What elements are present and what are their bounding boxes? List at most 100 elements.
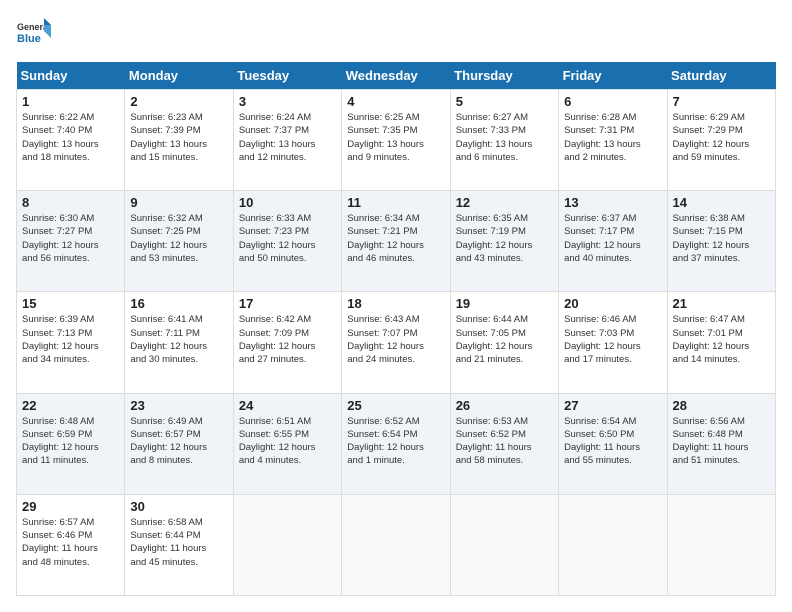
calendar-cell	[667, 494, 775, 595]
day-number: 27	[564, 398, 661, 413]
day-number: 29	[22, 499, 119, 514]
day-number: 30	[130, 499, 227, 514]
day-info: Sunrise: 6:23 AMSunset: 7:39 PMDaylight:…	[130, 111, 227, 164]
day-number: 7	[673, 94, 770, 109]
day-number: 13	[564, 195, 661, 210]
day-number: 3	[239, 94, 336, 109]
week-row-3: 15Sunrise: 6:39 AMSunset: 7:13 PMDayligh…	[17, 292, 776, 393]
day-info: Sunrise: 6:38 AMSunset: 7:15 PMDaylight:…	[673, 212, 770, 265]
day-info: Sunrise: 6:22 AMSunset: 7:40 PMDaylight:…	[22, 111, 119, 164]
calendar-cell: 8 Sunrise: 6:30 AMSunset: 7:27 PMDaylight…	[17, 191, 125, 292]
day-info: Sunrise: 6:33 AMSunset: 7:23 PMDaylight:…	[239, 212, 336, 265]
day-number: 18	[347, 296, 444, 311]
col-tuesday: Tuesday	[233, 62, 341, 90]
day-number: 17	[239, 296, 336, 311]
calendar-cell: 28Sunrise: 6:56 AMSunset: 6:48 PMDayligh…	[667, 393, 775, 494]
day-number: 12	[456, 195, 553, 210]
day-number: 20	[564, 296, 661, 311]
day-info: Sunrise: 6:57 AMSunset: 6:46 PMDaylight:…	[22, 516, 119, 569]
calendar-cell: 4 Sunrise: 6:25 AMSunset: 7:35 PMDaylight…	[342, 90, 450, 191]
calendar-cell: 17 Sunrise: 6:42 AMSunset: 7:09 PMDayligh…	[233, 292, 341, 393]
day-number: 4	[347, 94, 444, 109]
day-info: Sunrise: 6:51 AMSunset: 6:55 PMDaylight:…	[239, 415, 336, 468]
day-number: 1	[22, 94, 119, 109]
col-wednesday: Wednesday	[342, 62, 450, 90]
col-sunday: Sunday	[17, 62, 125, 90]
page: General Blue Sunday Monday Tuesday Wedne…	[0, 0, 792, 612]
day-info: Sunrise: 6:24 AMSunset: 7:37 PMDaylight:…	[239, 111, 336, 164]
day-number: 5	[456, 94, 553, 109]
day-info: Sunrise: 6:44 AMSunset: 7:05 PMDaylight:…	[456, 313, 553, 366]
day-info: Sunrise: 6:34 AMSunset: 7:21 PMDaylight:…	[347, 212, 444, 265]
day-info: Sunrise: 6:53 AMSunset: 6:52 PMDaylight:…	[456, 415, 553, 468]
calendar-cell	[450, 494, 558, 595]
day-number: 28	[673, 398, 770, 413]
calendar-cell: 10 Sunrise: 6:33 AMSunset: 7:23 PMDayligh…	[233, 191, 341, 292]
day-number: 25	[347, 398, 444, 413]
day-info: Sunrise: 6:25 AMSunset: 7:35 PMDaylight:…	[347, 111, 444, 164]
logo-icon: General Blue	[16, 16, 52, 52]
week-row-2: 8 Sunrise: 6:30 AMSunset: 7:27 PMDaylight…	[17, 191, 776, 292]
day-number: 6	[564, 94, 661, 109]
calendar-cell: 18 Sunrise: 6:43 AMSunset: 7:07 PMDayligh…	[342, 292, 450, 393]
day-info: Sunrise: 6:42 AMSunset: 7:09 PMDaylight:…	[239, 313, 336, 366]
col-monday: Monday	[125, 62, 233, 90]
calendar-cell: 19 Sunrise: 6:44 AMSunset: 7:05 PMDayligh…	[450, 292, 558, 393]
day-number: 8	[22, 195, 119, 210]
calendar-cell: 23Sunrise: 6:49 AMSunset: 6:57 PMDayligh…	[125, 393, 233, 494]
calendar-cell: 21Sunrise: 6:47 AMSunset: 7:01 PMDayligh…	[667, 292, 775, 393]
day-number: 21	[673, 296, 770, 311]
day-info: Sunrise: 6:46 AMSunset: 7:03 PMDaylight:…	[564, 313, 661, 366]
calendar-cell: 2 Sunrise: 6:23 AMSunset: 7:39 PMDaylight…	[125, 90, 233, 191]
calendar-cell: 24 Sunrise: 6:51 AMSunset: 6:55 PMDayligh…	[233, 393, 341, 494]
week-row-5: 29 Sunrise: 6:57 AMSunset: 6:46 PMDayligh…	[17, 494, 776, 595]
day-info: Sunrise: 6:30 AMSunset: 7:27 PMDaylight:…	[22, 212, 119, 265]
day-number: 11	[347, 195, 444, 210]
calendar-cell: 13 Sunrise: 6:37 AMSunset: 7:17 PMDayligh…	[559, 191, 667, 292]
day-info: Sunrise: 6:39 AMSunset: 7:13 PMDaylight:…	[22, 313, 119, 366]
day-number: 10	[239, 195, 336, 210]
day-info: Sunrise: 6:28 AMSunset: 7:31 PMDaylight:…	[564, 111, 661, 164]
calendar-cell: 27 Sunrise: 6:54 AMSunset: 6:50 PMDayligh…	[559, 393, 667, 494]
col-saturday: Saturday	[667, 62, 775, 90]
day-info: Sunrise: 6:37 AMSunset: 7:17 PMDaylight:…	[564, 212, 661, 265]
day-info: Sunrise: 6:32 AMSunset: 7:25 PMDaylight:…	[130, 212, 227, 265]
calendar-cell: 1 Sunrise: 6:22 AMSunset: 7:40 PMDaylight…	[17, 90, 125, 191]
day-info: Sunrise: 6:27 AMSunset: 7:33 PMDaylight:…	[456, 111, 553, 164]
day-info: Sunrise: 6:29 AMSunset: 7:29 PMDaylight:…	[673, 111, 770, 164]
col-friday: Friday	[559, 62, 667, 90]
calendar-header-row: Sunday Monday Tuesday Wednesday Thursday…	[17, 62, 776, 90]
calendar-cell: 11 Sunrise: 6:34 AMSunset: 7:21 PMDayligh…	[342, 191, 450, 292]
calendar-cell: 9Sunrise: 6:32 AMSunset: 7:25 PMDaylight…	[125, 191, 233, 292]
calendar-cell: 5 Sunrise: 6:27 AMSunset: 7:33 PMDaylight…	[450, 90, 558, 191]
calendar-cell: 25 Sunrise: 6:52 AMSunset: 6:54 PMDayligh…	[342, 393, 450, 494]
day-info: Sunrise: 6:52 AMSunset: 6:54 PMDaylight:…	[347, 415, 444, 468]
col-thursday: Thursday	[450, 62, 558, 90]
calendar-cell	[233, 494, 341, 595]
day-info: Sunrise: 6:49 AMSunset: 6:57 PMDaylight:…	[130, 415, 227, 468]
calendar-cell: 26 Sunrise: 6:53 AMSunset: 6:52 PMDayligh…	[450, 393, 558, 494]
calendar-cell: 29 Sunrise: 6:57 AMSunset: 6:46 PMDayligh…	[17, 494, 125, 595]
calendar-cell: 22 Sunrise: 6:48 AMSunset: 6:59 PMDayligh…	[17, 393, 125, 494]
week-row-4: 22 Sunrise: 6:48 AMSunset: 6:59 PMDayligh…	[17, 393, 776, 494]
calendar-table: Sunday Monday Tuesday Wednesday Thursday…	[16, 62, 776, 596]
week-row-1: 1 Sunrise: 6:22 AMSunset: 7:40 PMDaylight…	[17, 90, 776, 191]
day-number: 19	[456, 296, 553, 311]
day-info: Sunrise: 6:54 AMSunset: 6:50 PMDaylight:…	[564, 415, 661, 468]
day-info: Sunrise: 6:43 AMSunset: 7:07 PMDaylight:…	[347, 313, 444, 366]
day-number: 22	[22, 398, 119, 413]
day-number: 26	[456, 398, 553, 413]
day-number: 24	[239, 398, 336, 413]
day-info: Sunrise: 6:41 AMSunset: 7:11 PMDaylight:…	[130, 313, 227, 366]
calendar-cell: 15Sunrise: 6:39 AMSunset: 7:13 PMDayligh…	[17, 292, 125, 393]
calendar-cell	[342, 494, 450, 595]
day-info: Sunrise: 6:48 AMSunset: 6:59 PMDaylight:…	[22, 415, 119, 468]
day-number: 2	[130, 94, 227, 109]
calendar-cell: 30Sunrise: 6:58 AMSunset: 6:44 PMDayligh…	[125, 494, 233, 595]
day-info: Sunrise: 6:35 AMSunset: 7:19 PMDaylight:…	[456, 212, 553, 265]
calendar-cell: 12 Sunrise: 6:35 AMSunset: 7:19 PMDayligh…	[450, 191, 558, 292]
calendar-cell: 6 Sunrise: 6:28 AMSunset: 7:31 PMDaylight…	[559, 90, 667, 191]
day-number: 14	[673, 195, 770, 210]
calendar-cell: 3 Sunrise: 6:24 AMSunset: 7:37 PMDaylight…	[233, 90, 341, 191]
svg-text:Blue: Blue	[17, 33, 41, 45]
